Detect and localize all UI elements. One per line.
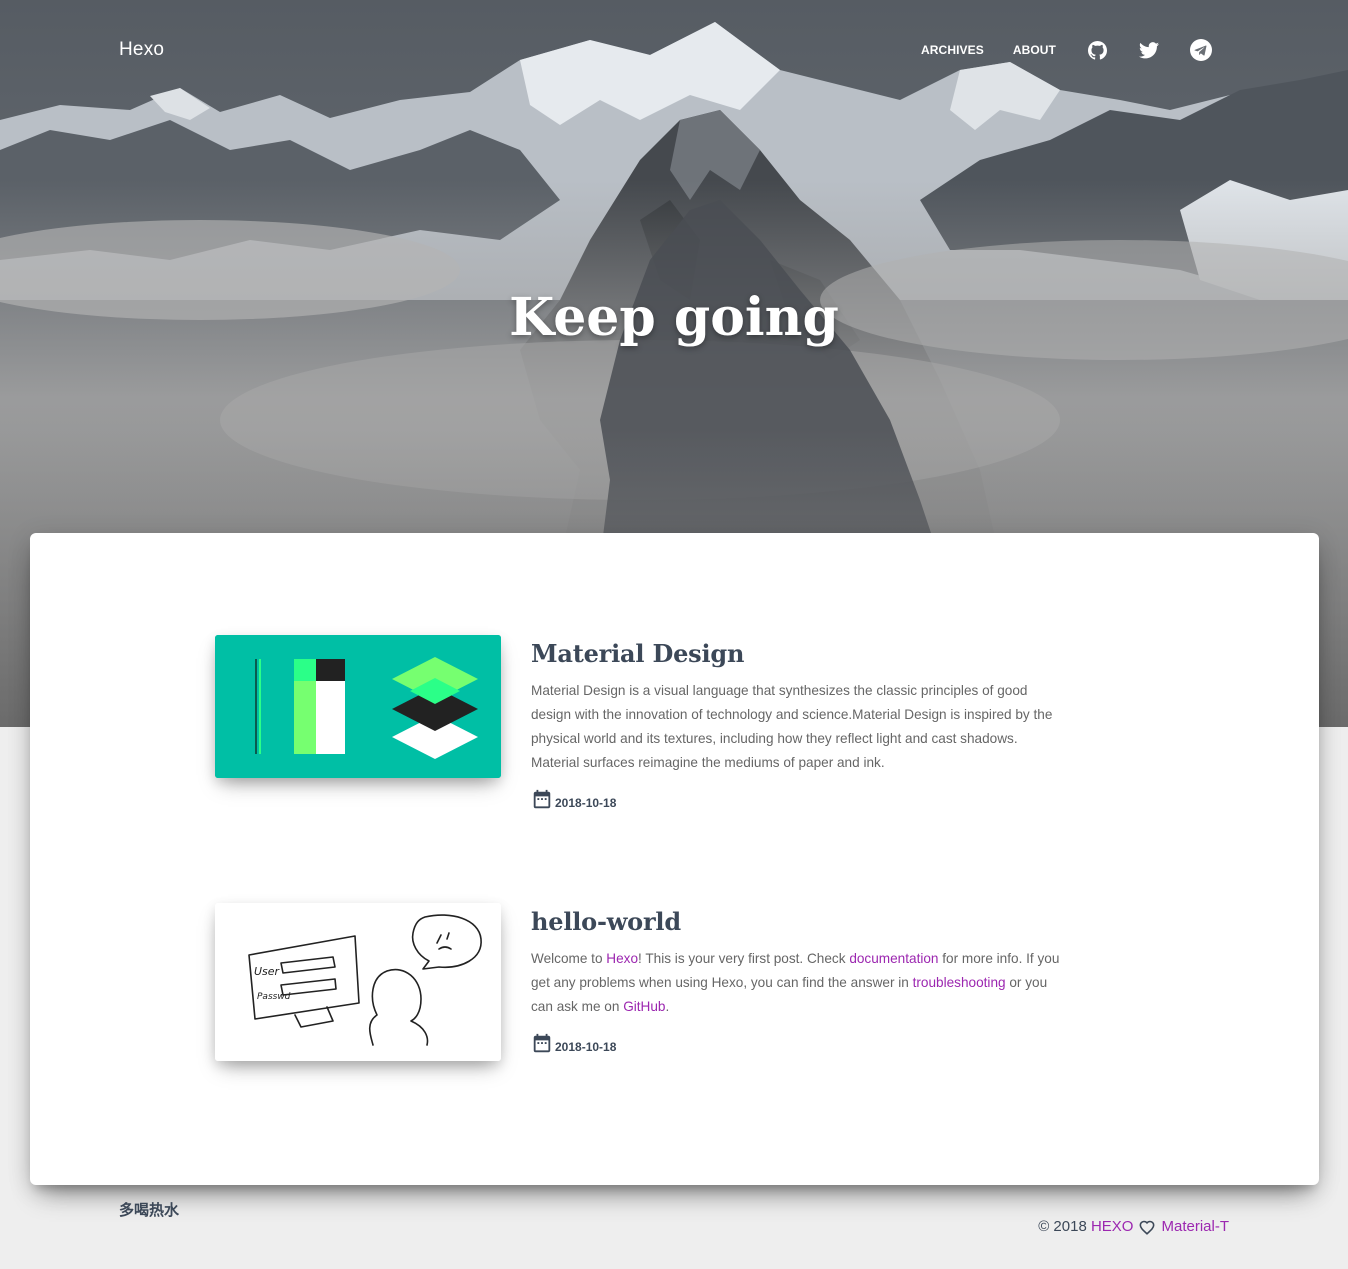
footer-copyright: © 2018 HEXO Material-T	[1038, 1216, 1229, 1238]
excerpt-text: Welcome to	[531, 951, 607, 966]
post-thumbnail-hello-world[interactable]: User Passwd	[215, 903, 501, 1061]
post-meta: 2018-10-18	[531, 1031, 1061, 1055]
post-title[interactable]: Material Design	[531, 638, 1061, 670]
copyright-text: © 2018	[1038, 1218, 1087, 1235]
post-excerpt: Material Design is a visual language tha…	[531, 683, 1053, 770]
twitter-icon[interactable]	[1138, 36, 1160, 64]
documentation-link[interactable]: documentation	[849, 951, 938, 966]
hexo-link[interactable]: Hexo	[606, 951, 638, 966]
post-date: 2018-10-18	[555, 796, 617, 810]
github-link[interactable]: GitHub	[623, 999, 665, 1014]
footer-slogan: 多喝热水	[119, 1202, 180, 1219]
post-content: Material Design Material Design is a vis…	[531, 635, 1061, 811]
post-meta: 2018-10-18	[531, 787, 1061, 811]
telegram-icon[interactable]	[1190, 36, 1212, 64]
svg-text:Passwd: Passwd	[257, 992, 291, 1002]
nav-archives-link[interactable]: ARCHIVES	[921, 36, 984, 64]
heart-icon	[1139, 1220, 1155, 1235]
post-thumbnail-material-design[interactable]	[215, 635, 501, 778]
footer-hexo-link[interactable]: HEXO	[1091, 1216, 1134, 1238]
hero-title: Keep going	[509, 287, 839, 348]
github-icon[interactable]	[1086, 36, 1108, 64]
svg-text:User: User	[254, 965, 281, 978]
post-excerpt: Welcome to Hexo! This is your very first…	[531, 947, 1061, 1019]
post-title[interactable]: hello-world	[531, 906, 1061, 938]
nav-about-link[interactable]: ABOUT	[1013, 36, 1056, 64]
post-list-card: Material Design Material Design is a vis…	[30, 533, 1319, 1185]
post-date: 2018-10-18	[555, 1040, 617, 1054]
excerpt-text: ! This is your very first post. Check	[638, 951, 850, 966]
excerpt-text: .	[665, 999, 670, 1014]
troubleshooting-link[interactable]: troubleshooting	[913, 975, 1006, 990]
brand-logo[interactable]: Hexo	[119, 38, 164, 62]
top-nav: ARCHIVES ABOUT	[921, 36, 1212, 64]
calendar-icon	[533, 789, 551, 809]
footer-theme-link[interactable]: Material-T	[1161, 1216, 1229, 1238]
calendar-icon	[533, 1033, 551, 1053]
post-content: hello-world Welcome to Hexo! This is you…	[531, 903, 1061, 1055]
